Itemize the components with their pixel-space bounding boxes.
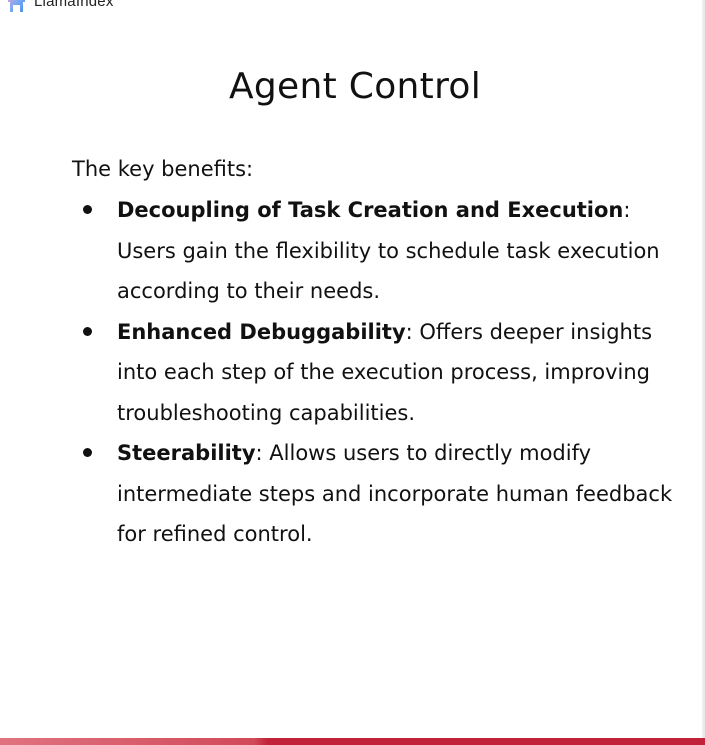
bullet-dot	[83, 326, 92, 336]
bullet-dot	[83, 205, 92, 214]
benefit-item: Steerability: Allows users to directly m…	[78, 433, 688, 555]
benefit-item: Enhanced Debuggability: Offers deeper in…	[78, 312, 688, 434]
benefit-title: Steerability	[117, 441, 256, 465]
bullet-dot	[83, 448, 92, 457]
slide-title: Agent Control	[228, 66, 482, 108]
benefit-item: Decoupling of Task Creation and Executio…	[78, 190, 688, 312]
intro-text: The key benefits:	[72, 157, 254, 181]
benefit-title: Enhanced Debuggability	[117, 319, 406, 344]
llama-icon	[8, 0, 25, 12]
benefits-list: Decoupling of Task Creation and Executio…	[78, 190, 688, 555]
benefit-title: Decoupling of Task Creation and Executio…	[117, 198, 624, 222]
bottom-accent-bar	[0, 738, 705, 745]
brand-logo: LlamaIndex	[4, 0, 114, 12]
logo-text: LlamaIndex	[34, 0, 114, 10]
